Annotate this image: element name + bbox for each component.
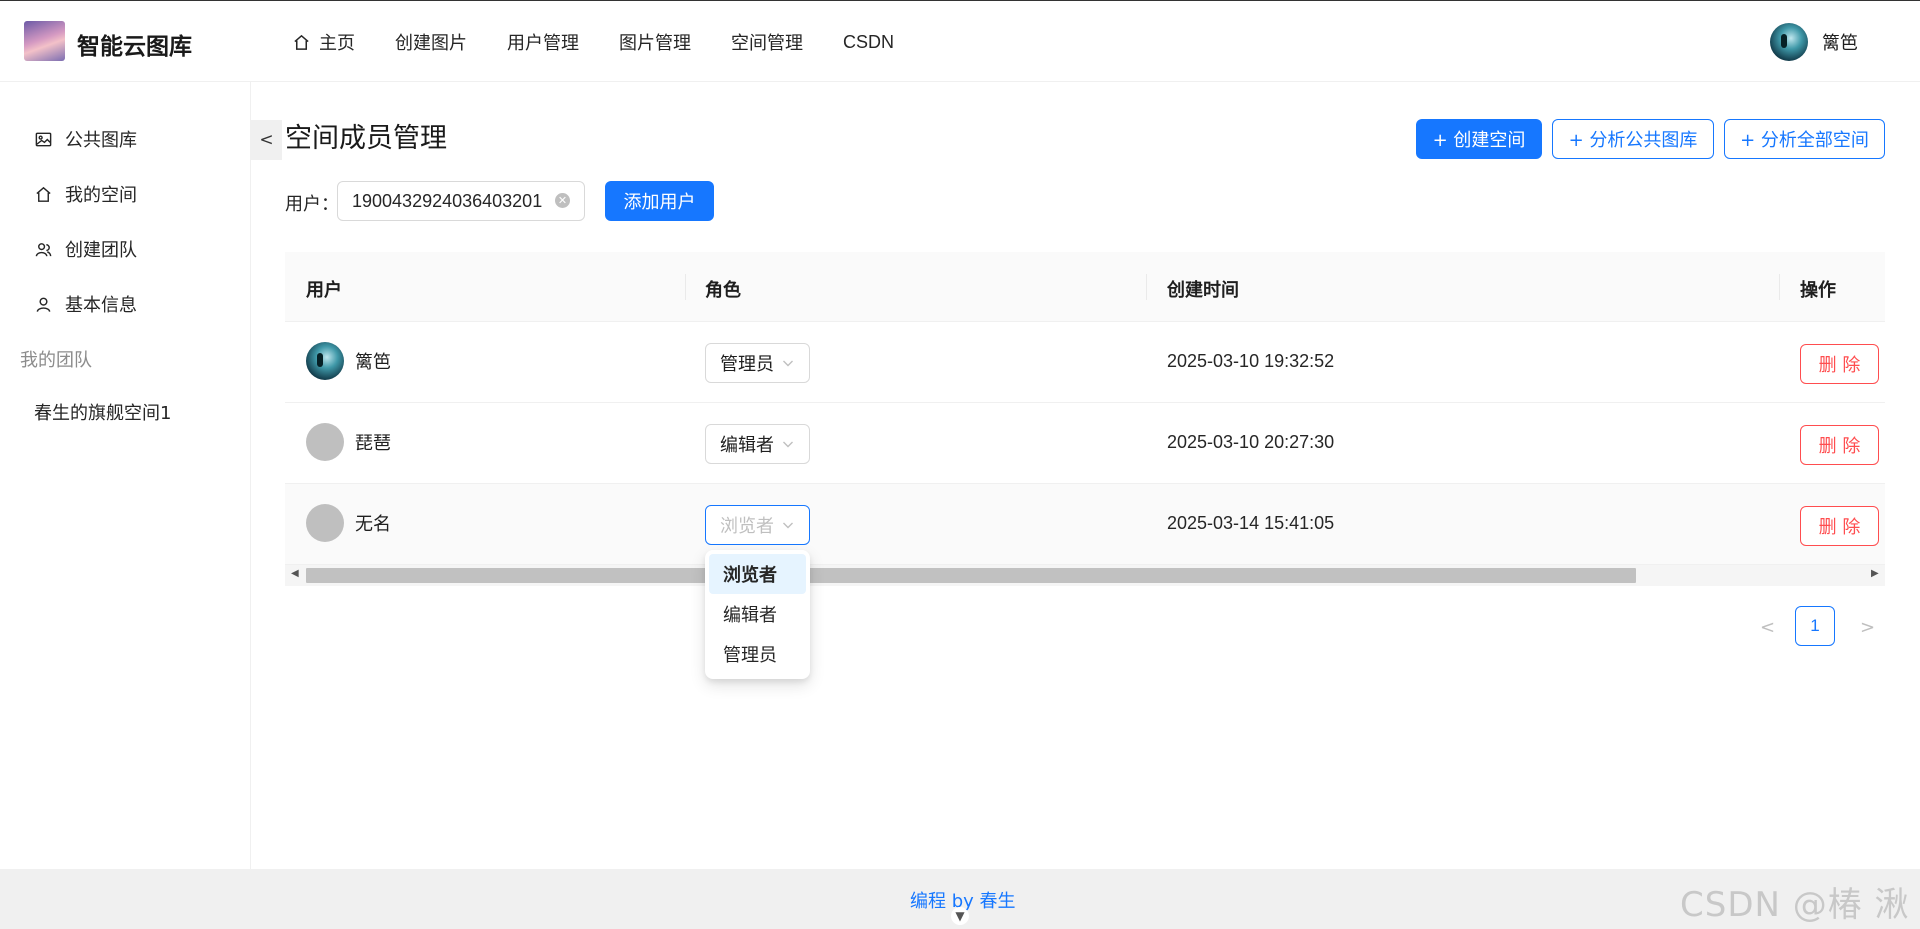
role-select[interactable]: 管理员	[705, 343, 810, 383]
nav-label: 主页	[319, 33, 355, 54]
nav-item-space-management[interactable]: 空间管理	[731, 29, 803, 55]
user-id-input[interactable]	[337, 181, 585, 221]
horizontal-scrollbar[interactable]: ◀ ▶	[285, 565, 1885, 586]
table-row: 篱笆 管理员 2025-03-10 19:32:52 删 除	[285, 322, 1885, 403]
nav-label: 创建图片	[395, 33, 467, 54]
scroll-right-icon[interactable]: ▶	[1871, 568, 1879, 579]
role-select[interactable]: 浏览者	[705, 505, 810, 545]
image-icon	[35, 132, 52, 146]
scrollbar-thumb[interactable]	[306, 568, 1636, 583]
nav-label: 用户管理	[507, 33, 579, 54]
column-divider	[1779, 274, 1780, 300]
role-option-editor[interactable]: 编辑者	[709, 594, 806, 634]
avatar	[306, 504, 344, 542]
app-logo[interactable]	[24, 21, 65, 61]
user-cell: 琵琶	[306, 423, 391, 461]
clear-icon[interactable]: ✕	[555, 193, 570, 208]
sidebar-item-public-gallery[interactable]: 公共图库	[34, 126, 137, 152]
column-divider	[685, 274, 686, 300]
page-title: 空间成员管理	[285, 123, 447, 154]
chevron-down-icon	[783, 522, 793, 529]
user-cell: 篱笆	[306, 342, 391, 380]
user-menu[interactable]: 篱笆	[1770, 23, 1858, 61]
nav-item-csdn[interactable]: CSDN	[843, 32, 894, 53]
top-header: 智能云图库 主页 创建图片 用户管理 图片管理 空间管理 CSDN 篱笆	[0, 0, 1920, 82]
pagination-page-1[interactable]: 1	[1795, 606, 1835, 646]
sidebar-group-title: 我的团队	[20, 350, 92, 371]
sidebar-item-my-space[interactable]: 我的空间	[34, 181, 137, 207]
table-row: 琵琶 编辑者 2025-03-10 20:27:30 删 除	[285, 403, 1885, 484]
home-icon	[36, 186, 51, 202]
role-select[interactable]: 编辑者	[705, 424, 810, 464]
nav-item-create-picture[interactable]: 创建图片	[395, 29, 467, 55]
create-space-button[interactable]: + 创建空间	[1416, 119, 1542, 159]
pagination-next-button[interactable]: >	[1860, 617, 1875, 638]
sidebar-item-team-space[interactable]: 春生的旗舰空间1	[34, 399, 171, 425]
nav-label: 空间管理	[731, 33, 803, 54]
user-name: 篱笆	[355, 352, 391, 373]
nav-label: 图片管理	[619, 33, 691, 54]
sidebar-item-create-team[interactable]: 创建团队	[34, 236, 137, 262]
nav-item-home[interactable]: 主页	[292, 29, 355, 55]
delete-button[interactable]: 删 除	[1800, 506, 1879, 546]
pagination-prev-button[interactable]: <	[1760, 617, 1775, 638]
sidebar-item-label: 创建团队	[65, 240, 137, 261]
sidebar-item-label: 公共图库	[65, 130, 137, 151]
add-user-button[interactable]: 添加用户	[605, 181, 714, 221]
created-time: 2025-03-10 19:32:52	[1167, 351, 1335, 371]
created-time: 2025-03-10 20:27:30	[1167, 432, 1335, 452]
column-header-actions: 操作	[1800, 280, 1836, 301]
user-name: 琵琶	[355, 433, 391, 454]
watermark: CSDN @椿 湫	[1680, 885, 1910, 925]
role-value: 管理员	[720, 354, 774, 375]
sidebar: 公共图库 我的空间 创建团队 基本信息 我的团队 春生的旗舰空间1	[0, 82, 251, 869]
nav-label: CSDN	[843, 31, 895, 52]
avatar	[306, 423, 344, 461]
role-option-admin[interactable]: 管理员	[709, 634, 806, 674]
column-header-created-time: 创建时间	[1167, 280, 1239, 301]
table-row: 无名 浏览者 2025-03-14 15:41:05 删 除	[285, 484, 1885, 565]
user-icon	[36, 297, 51, 312]
nav-item-picture-management[interactable]: 图片管理	[619, 29, 691, 55]
chevron-down-icon[interactable]: ▼	[951, 907, 969, 925]
home-icon	[294, 34, 309, 50]
role-value: 编辑者	[720, 435, 774, 456]
user-cell: 无名	[306, 504, 391, 542]
user-name: 篱笆	[1822, 33, 1858, 54]
role-value: 浏览者	[720, 516, 774, 537]
chevron-down-icon	[783, 441, 793, 448]
sidebar-item-basic-info[interactable]: 基本信息	[34, 291, 137, 317]
app-title[interactable]: 智能云图库	[77, 27, 192, 61]
column-divider	[1146, 274, 1147, 300]
column-header-role: 角色	[705, 280, 741, 301]
avatar	[1770, 23, 1808, 61]
role-dropdown-menu: 浏览者 编辑者 管理员	[705, 550, 810, 679]
chevron-down-icon	[783, 360, 793, 367]
delete-button[interactable]: 删 除	[1800, 344, 1879, 384]
created-time: 2025-03-14 15:41:05	[1167, 513, 1335, 533]
scroll-left-icon[interactable]: ◀	[291, 568, 299, 579]
members-table: 用户 角色 创建时间 操作 篱笆 管理员 2025-03-10 19:32:52…	[285, 252, 1885, 586]
avatar	[306, 342, 344, 380]
analyze-all-spaces-button[interactable]: + 分析全部空间	[1724, 119, 1885, 159]
sidebar-collapse-button[interactable]: <	[251, 120, 282, 160]
sidebar-item-label: 基本信息	[65, 295, 137, 316]
sidebar-item-label: 春生的旗舰空间1	[34, 403, 172, 424]
team-icon	[35, 242, 52, 256]
analyze-public-gallery-button[interactable]: + 分析公共图库	[1552, 119, 1714, 159]
delete-button[interactable]: 删 除	[1800, 425, 1879, 465]
top-nav: 主页 创建图片 用户管理 图片管理 空间管理 CSDN	[292, 1, 934, 83]
sidebar-item-label: 我的空间	[65, 185, 137, 206]
column-header-user: 用户	[306, 280, 342, 301]
nav-item-user-management[interactable]: 用户管理	[507, 29, 579, 55]
user-field-label: 用户：	[285, 194, 339, 215]
user-name: 无名	[355, 514, 391, 535]
role-option-viewer[interactable]: 浏览者	[709, 554, 806, 594]
table-header: 用户 角色 创建时间 操作	[285, 252, 1885, 322]
